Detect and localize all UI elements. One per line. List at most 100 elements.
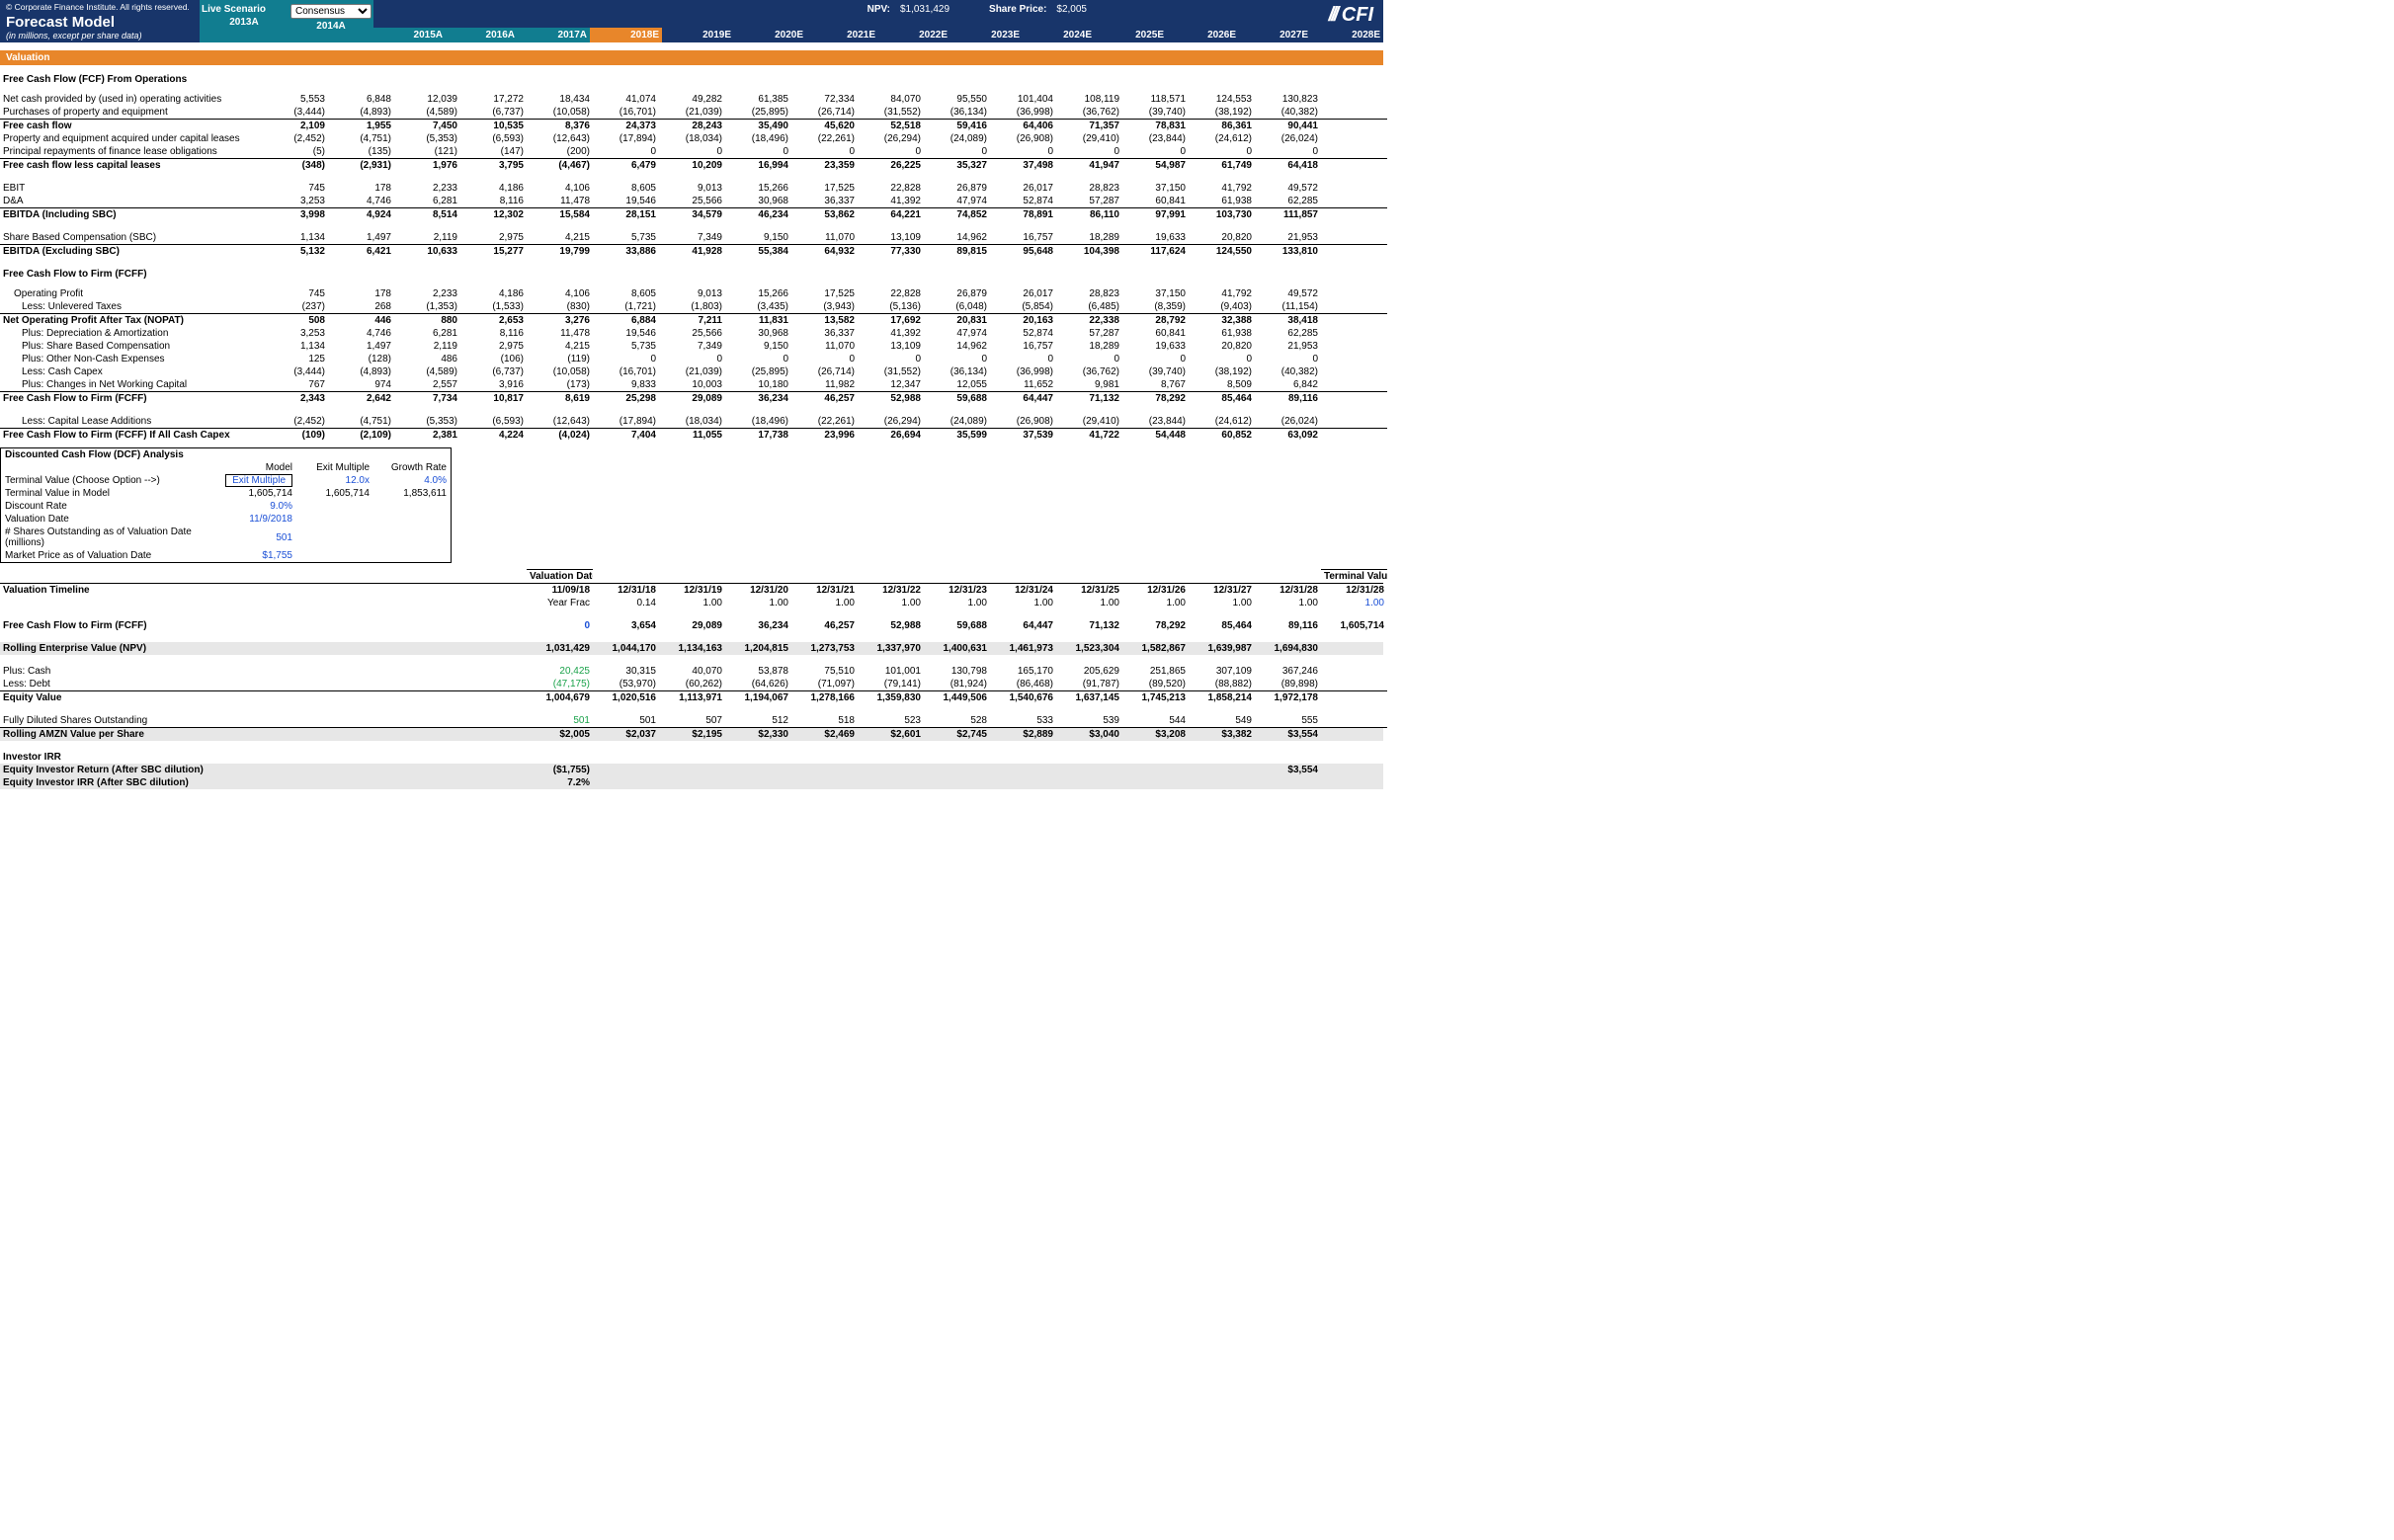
cell: 0 bbox=[1056, 145, 1122, 158]
cell: (5) bbox=[262, 145, 328, 158]
cell: (9,403) bbox=[1189, 300, 1255, 313]
cell: 19,546 bbox=[593, 327, 659, 340]
cell: 6,884 bbox=[593, 313, 659, 327]
dcf-cell: 12.0x bbox=[296, 474, 373, 487]
cell: 1,134 bbox=[262, 340, 328, 353]
cell: 3,795 bbox=[460, 158, 527, 172]
cell: (26,024) bbox=[1255, 132, 1321, 145]
cell: 71,357 bbox=[1056, 119, 1122, 132]
cell: 89,116 bbox=[1255, 391, 1321, 405]
cell: 0 bbox=[725, 145, 791, 158]
cell: 17,692 bbox=[858, 313, 924, 327]
cell: 22,338 bbox=[1056, 313, 1122, 327]
cell: 29,089 bbox=[659, 391, 725, 405]
cell: 86,110 bbox=[1056, 207, 1122, 221]
cell: (26,908) bbox=[990, 415, 1056, 428]
row-label: Free cash flow bbox=[0, 119, 262, 132]
tl-cell: 0 bbox=[527, 619, 593, 632]
cell: 1,497 bbox=[328, 340, 394, 353]
cell: 15,266 bbox=[725, 287, 791, 300]
cell: 16,757 bbox=[990, 340, 1056, 353]
tl-date: 11/09/18 bbox=[527, 584, 593, 597]
tl-cell: (89,520) bbox=[1122, 678, 1189, 690]
dcf-row-label: Market Price as of Valuation Date bbox=[1, 549, 219, 562]
tl-cell: (64,626) bbox=[725, 678, 791, 690]
cell: (24,612) bbox=[1189, 415, 1255, 428]
tl-date: 12/31/27 bbox=[1189, 584, 1255, 597]
cell: (36,134) bbox=[924, 365, 990, 378]
cell: 62,285 bbox=[1255, 195, 1321, 207]
cell: 2,343 bbox=[262, 391, 328, 405]
tl-row-label: Fully Diluted Shares Outstanding bbox=[0, 714, 262, 727]
cell: 30,968 bbox=[725, 195, 791, 207]
cell: 4,746 bbox=[328, 195, 394, 207]
year-2021: 2021E bbox=[806, 28, 878, 42]
cell: (24,089) bbox=[924, 132, 990, 145]
year-2024: 2024E bbox=[1023, 28, 1095, 42]
cell: 49,572 bbox=[1255, 182, 1321, 195]
cell: 64,447 bbox=[990, 391, 1056, 405]
cell: 0 bbox=[990, 353, 1056, 365]
cell: (24,089) bbox=[924, 415, 990, 428]
cell: 7,211 bbox=[659, 313, 725, 327]
cell: 0 bbox=[1122, 145, 1189, 158]
cell: (10,058) bbox=[527, 365, 593, 378]
cell: (36,998) bbox=[990, 106, 1056, 119]
tl-cell: 539 bbox=[1056, 714, 1122, 727]
cell: 7,404 bbox=[593, 428, 659, 442]
year-2023: 2023E bbox=[950, 28, 1023, 42]
tl-cell: (86,468) bbox=[990, 678, 1056, 690]
cell: 52,874 bbox=[990, 195, 1056, 207]
cell: (16,701) bbox=[593, 106, 659, 119]
year-frac: 1.00 bbox=[1255, 597, 1321, 609]
cell: 2,119 bbox=[394, 340, 460, 353]
cell: 28,823 bbox=[1056, 287, 1122, 300]
cell: 11,478 bbox=[527, 327, 593, 340]
cell: 4,186 bbox=[460, 182, 527, 195]
dcf-cell: 11/9/2018 bbox=[219, 513, 296, 526]
cell: 89,815 bbox=[924, 244, 990, 258]
cell: 37,150 bbox=[1122, 287, 1189, 300]
dcf-col-growth: Growth Rate bbox=[373, 461, 451, 474]
cell: 72,334 bbox=[791, 93, 858, 106]
cell: 20,831 bbox=[924, 313, 990, 327]
dcf-col-exit: Exit Multiple bbox=[296, 461, 373, 474]
cell: 60,841 bbox=[1122, 327, 1189, 340]
cell: 745 bbox=[262, 287, 328, 300]
cell: 2,119 bbox=[394, 231, 460, 244]
cell: 0 bbox=[659, 353, 725, 365]
cell: 9,013 bbox=[659, 287, 725, 300]
cell: (23,844) bbox=[1122, 415, 1189, 428]
npv-label: NPV: bbox=[867, 4, 890, 15]
cell: 26,694 bbox=[858, 428, 924, 442]
tl-cell: 1,637,145 bbox=[1056, 690, 1122, 704]
cell: 36,234 bbox=[725, 391, 791, 405]
cell: 5,132 bbox=[262, 244, 328, 258]
tl-cell: 64,447 bbox=[990, 619, 1056, 632]
tl-cell: $3,208 bbox=[1122, 727, 1189, 741]
cell: 4,746 bbox=[328, 327, 394, 340]
cell: (12,643) bbox=[527, 132, 593, 145]
cell: 0 bbox=[725, 353, 791, 365]
dcf-row-label: Terminal Value in Model bbox=[1, 487, 219, 500]
cell: 11,982 bbox=[791, 378, 858, 391]
cell: 32,388 bbox=[1189, 313, 1255, 327]
cell: 61,938 bbox=[1189, 195, 1255, 207]
cell: 178 bbox=[328, 182, 394, 195]
cell: 8,116 bbox=[460, 327, 527, 340]
cell: (135) bbox=[328, 145, 394, 158]
tl-date: 12/31/23 bbox=[924, 584, 990, 597]
cell: 15,277 bbox=[460, 244, 527, 258]
scenario-select[interactable]: Consensus bbox=[290, 4, 371, 19]
tl-date: 12/31/28 bbox=[1255, 584, 1321, 597]
tl-cell: $2,601 bbox=[858, 727, 924, 741]
cell: (3,435) bbox=[725, 300, 791, 313]
cell: (36,134) bbox=[924, 106, 990, 119]
cell: 4,215 bbox=[527, 340, 593, 353]
tl-date: 12/31/25 bbox=[1056, 584, 1122, 597]
cell: 38,418 bbox=[1255, 313, 1321, 327]
year-frac: 1.00 bbox=[990, 597, 1056, 609]
tl-cell: 205,629 bbox=[1056, 665, 1122, 678]
cell: 95,550 bbox=[924, 93, 990, 106]
cell: 86,361 bbox=[1189, 119, 1255, 132]
